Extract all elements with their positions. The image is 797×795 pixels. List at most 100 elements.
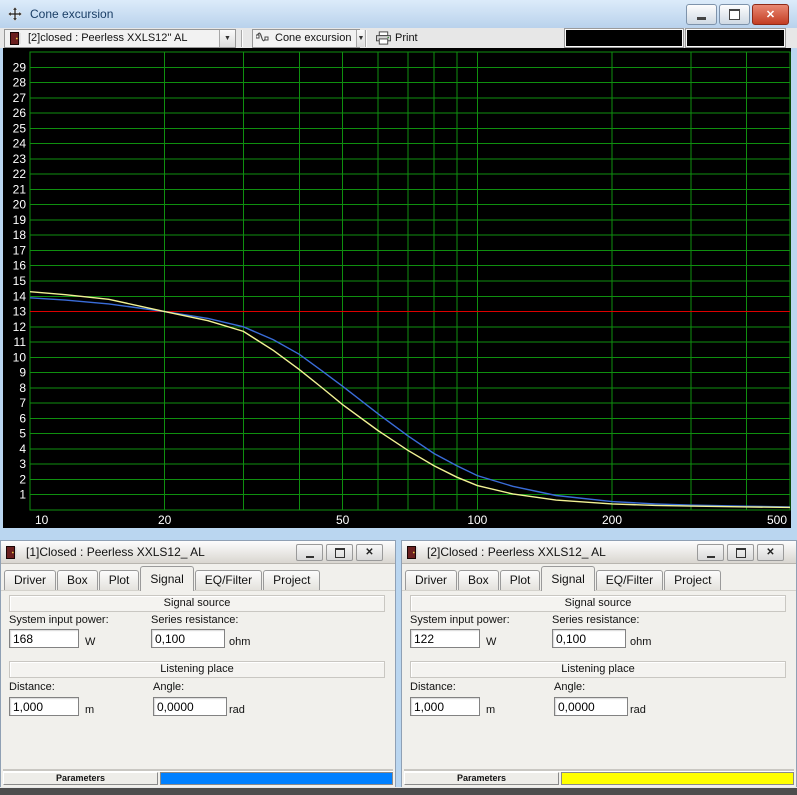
close-icon: ✕ <box>766 547 774 558</box>
minimize-button[interactable] <box>296 544 323 561</box>
x-tick-label: 500 <box>767 513 787 527</box>
parameters-button[interactable]: Parameters <box>404 772 559 785</box>
listening-place-header: Listening place <box>9 661 385 678</box>
system-input-power-field[interactable] <box>9 629 79 648</box>
y-tick-label: 22 <box>13 167 27 181</box>
tab-driver[interactable]: Driver <box>4 570 56 590</box>
plot-crosshair-icon[interactable] <box>7 7 22 22</box>
project-selector[interactable]: [2]closed : Peerless XXLS12'' AL ▼ <box>4 29 236 48</box>
tab-bar: Driver Box Plot Signal EQ/Filter Project <box>402 564 796 591</box>
unit-label: ohm <box>229 636 250 648</box>
child-window-title: [1]Closed : Peerless XXLS12_ AL <box>26 545 205 559</box>
tab-project[interactable]: Project <box>664 570 721 590</box>
minimize-icon <box>697 17 706 20</box>
distance-field[interactable] <box>410 697 480 716</box>
y-tick-label: 20 <box>13 198 27 212</box>
minimize-button[interactable] <box>686 4 717 25</box>
cone-excursion-plot: 1234567891011121314151617181920212223242… <box>0 48 797 528</box>
series-resistance-field[interactable] <box>151 629 225 648</box>
listening-place-header: Listening place <box>410 661 786 678</box>
tab-eq-filter[interactable]: EQ/Filter <box>596 570 663 590</box>
y-tick-label: 5 <box>19 427 26 441</box>
field-label: Series resistance: <box>552 614 639 626</box>
waveform-icon <box>256 31 270 46</box>
project-window-2: [2]Closed : Peerless XXLS12_ AL ✕ Driver… <box>401 540 797 788</box>
door-icon[interactable] <box>405 545 420 560</box>
x-tick-label: 50 <box>336 513 350 527</box>
y-tick-label: 26 <box>13 106 27 120</box>
y-tick-label: 29 <box>13 60 27 74</box>
tab-project[interactable]: Project <box>263 570 320 590</box>
door-icon <box>8 31 23 46</box>
unit-label: m <box>486 704 495 716</box>
unit-label: m <box>85 704 94 716</box>
tab-signal[interactable]: Signal <box>541 566 594 591</box>
legend-panel-1 <box>565 29 683 47</box>
y-tick-label: 19 <box>13 213 27 227</box>
restore-icon <box>736 548 746 558</box>
tab-box[interactable]: Box <box>458 570 499 590</box>
close-button[interactable]: ✕ <box>757 544 784 561</box>
legend-panel-2 <box>686 29 785 47</box>
angle-field[interactable] <box>153 697 227 716</box>
close-button[interactable]: ✕ <box>356 544 383 561</box>
bottom-edge <box>0 787 797 795</box>
y-tick-label: 6 <box>19 411 26 425</box>
window-title: Cone excursion <box>30 7 113 21</box>
child-titlebar: [2]Closed : Peerless XXLS12_ AL ✕ <box>402 541 796 564</box>
field-label: Angle: <box>153 681 184 693</box>
y-tick-label: 23 <box>13 152 27 166</box>
unit-label: W <box>85 636 95 648</box>
y-tick-label: 4 <box>19 442 26 456</box>
y-tick-label: 9 <box>19 366 26 380</box>
y-tick-label: 14 <box>13 289 27 303</box>
parameters-button[interactable]: Parameters <box>3 772 158 785</box>
tab-plot[interactable]: Plot <box>99 570 140 590</box>
y-tick-label: 24 <box>13 137 27 151</box>
angle-field[interactable] <box>554 697 628 716</box>
y-tick-label: 12 <box>13 320 27 334</box>
project-selector-dropdown-icon[interactable]: ▼ <box>219 30 235 47</box>
field-label: Distance: <box>9 681 55 693</box>
plot-type-selector[interactable]: Cone excursion ▼ <box>252 29 360 48</box>
tab-signal[interactable]: Signal <box>140 566 193 591</box>
distance-field[interactable] <box>9 697 79 716</box>
series-curve-1 <box>30 298 790 507</box>
minimize-icon <box>306 556 314 558</box>
toolbar-separator <box>365 30 367 47</box>
unit-label: rad <box>630 704 646 716</box>
restore-button[interactable] <box>326 544 353 561</box>
maximize-button[interactable] <box>719 4 750 25</box>
signal-source-header: Signal source <box>410 595 786 612</box>
restore-button[interactable] <box>727 544 754 561</box>
y-tick-label: 25 <box>13 121 27 135</box>
system-input-power-field[interactable] <box>410 629 480 648</box>
close-button[interactable]: ✕ <box>752 4 789 25</box>
unit-label: W <box>486 636 496 648</box>
tab-box[interactable]: Box <box>57 570 98 590</box>
print-label: Print <box>395 32 418 44</box>
toolbar: [2]closed : Peerless XXLS12'' AL ▼ Cone … <box>0 28 797 49</box>
minimize-button[interactable] <box>697 544 724 561</box>
signal-tab-content: Signal source System input power: Series… <box>402 591 796 771</box>
plot-color-swatch[interactable] <box>160 772 393 785</box>
door-icon[interactable] <box>4 545 19 560</box>
main-titlebar: Cone excursion ✕ <box>0 0 797 29</box>
maximize-icon <box>729 9 740 20</box>
field-label: Angle: <box>554 681 585 693</box>
y-tick-label: 8 <box>19 381 26 395</box>
signal-source-header: Signal source <box>9 595 385 612</box>
x-tick-label: 20 <box>158 513 172 527</box>
field-label: Distance: <box>410 681 456 693</box>
y-tick-label: 1 <box>19 488 26 502</box>
series-resistance-field[interactable] <box>552 629 626 648</box>
tab-driver[interactable]: Driver <box>405 570 457 590</box>
plot-type-value: Cone excursion <box>270 32 356 44</box>
print-button[interactable]: Print <box>372 30 422 47</box>
tab-eq-filter[interactable]: EQ/Filter <box>195 570 262 590</box>
child-titlebar: [1]Closed : Peerless XXLS12_ AL ✕ <box>1 541 395 564</box>
plot-color-swatch[interactable] <box>561 772 794 785</box>
status-bar: Parameters <box>404 771 794 785</box>
plot-type-dropdown-icon[interactable]: ▼ <box>356 30 364 47</box>
tab-plot[interactable]: Plot <box>500 570 541 590</box>
